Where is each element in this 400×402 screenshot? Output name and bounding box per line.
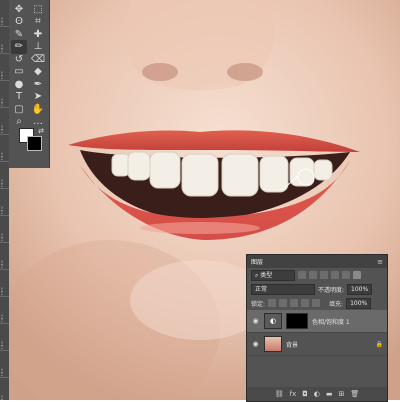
fill-label: 填充: <box>329 300 344 308</box>
lock-icon: 🔒 <box>375 340 383 348</box>
filter-toggle-icon[interactable] <box>353 271 361 279</box>
lock-row: 锁定: 填充: 100% <box>247 296 387 310</box>
filter-label: 类型 <box>260 271 273 279</box>
lock-position-icon[interactable] <box>290 299 299 307</box>
ruler-tick-label: ᵀᴮᴼ <box>0 108 9 135</box>
filter-pixel-icon[interactable] <box>298 271 306 279</box>
filter-type-icon[interactable] <box>320 271 328 279</box>
layer-row-background[interactable]: ◉ 背景 🔒 <box>247 333 387 356</box>
blend-mode-dropdown[interactable]: 正常 <box>251 283 315 295</box>
lock-all-icon[interactable] <box>312 299 321 307</box>
lock-transparent-icon[interactable] <box>268 299 277 307</box>
panel-menu-icon[interactable]: ≡ <box>377 258 383 266</box>
fx-icon[interactable]: fx <box>290 390 297 398</box>
ruler-tick-label: ᵀᴮᴼ <box>0 0 9 27</box>
ruler-tick-label: ᵀᴮᴼ <box>0 135 9 162</box>
visibility-eye-icon[interactable]: ◉ <box>251 317 260 325</box>
layer-row-hue-saturation[interactable]: ◉ ◐ 色相/饱和度 1 <box>247 310 387 333</box>
trash-icon[interactable]: 🗑 <box>350 390 359 398</box>
lock-artboard-icon[interactable] <box>301 299 310 307</box>
mask-thumbnail[interactable] <box>286 313 308 329</box>
layer-name[interactable]: 背景 <box>286 340 372 349</box>
opacity-field[interactable]: 100% <box>347 283 373 295</box>
new-layer-icon[interactable]: ⊞ <box>339 390 345 398</box>
ruler-tick-label: ᵀᴮᴼ <box>0 27 9 54</box>
opacity-label: 不透明度: <box>318 286 345 294</box>
adjustment-icon[interactable]: ◐ <box>314 390 320 398</box>
zoom-icon[interactable]: ⌕ <box>11 115 27 129</box>
visibility-eye-icon[interactable]: ◉ <box>251 340 260 348</box>
ruler-tick-label: ᵀᴮᴼ <box>0 324 9 351</box>
background-thumbnail <box>264 336 282 352</box>
ruler-tick-label: ᵀᴮᴼ <box>0 162 9 189</box>
layer-name[interactable]: 色相/饱和度 1 <box>312 317 350 326</box>
lock-label: 锁定: <box>251 300 266 308</box>
folder-icon[interactable]: ▬ <box>326 390 333 398</box>
layers-tab[interactable]: 图层 <box>251 257 263 266</box>
tools-toolbar: ✥ ⬚ ʘ ⌗ ✎ ✚ ✏ ⊥ ↺ ⌫ ▭ ◆ ● ✒ T ➤ ▢ ✋ ⌕… ⇄ <box>9 0 50 168</box>
filter-shape-icon[interactable] <box>331 271 339 279</box>
blend-row: 正常 不透明度: 100% <box>247 282 387 296</box>
filter-adjustment-icon[interactable] <box>309 271 317 279</box>
ruler-tick-label: ᵀᴮᴼ <box>0 216 9 243</box>
layers-panel: 图层 ≡ ⌕ 类型 正常 不透明度: 100% 锁定: 填充: 100% ◉ ◐… <box>246 254 388 402</box>
vertical-ruler: ᵀᴮᴼ ᵀᴮᴼ ᵀᴮᴼ ᵀᴮᴼ ᵀᴮᴼ ᵀᴮᴼ ᵀᴮᴼ ᵀᴮᴼ ᵀᴮᴼ ᵀᴮᴼ ᵀᴮᴼ ᵀᴮᴼ ᵀᴮᴼ ᵀ… <box>0 0 9 400</box>
swap-colors-icon[interactable]: ⇄ <box>33 124 49 138</box>
fill-field[interactable]: 100% <box>346 297 372 309</box>
background-color-swatch[interactable] <box>27 136 42 151</box>
link-icon[interactable]: ⛓ <box>275 390 284 398</box>
filter-row: ⌕ 类型 <box>247 268 387 282</box>
ruler-tick-label: ᵀᴮᴼ <box>0 270 9 297</box>
layers-bottom-bar: ⛓ fx ◘ ◐ ▬ ⊞ 🗑 <box>247 387 387 401</box>
ruler-tick-label: ᵀᴮᴼ <box>0 189 9 216</box>
lock-image-icon[interactable] <box>279 299 288 307</box>
ruler-tick-label: ᵀᴮᴼ <box>0 243 9 270</box>
ruler-tick-label: ᵀᴮᴼ <box>0 297 9 324</box>
mask-icon[interactable]: ◘ <box>302 390 308 398</box>
ruler-tick-label: ᵀᴮᴼ <box>0 54 9 81</box>
eyedropper-icon[interactable]: ✎ <box>11 27 27 41</box>
adjustment-thumbnail: ◐ <box>264 313 282 329</box>
ruler-tick-label: ᵀᴮᴼ <box>0 351 9 378</box>
panel-header: 图层 ≡ <box>247 255 387 268</box>
ruler-tick-label: ᵀᴮᴼ <box>0 81 9 108</box>
ruler-tick-label: ᵀᴮᴼ <box>0 378 9 400</box>
filter-kind-dropdown[interactable]: ⌕ 类型 <box>251 269 295 281</box>
filter-smart-object-icon[interactable] <box>342 271 350 279</box>
